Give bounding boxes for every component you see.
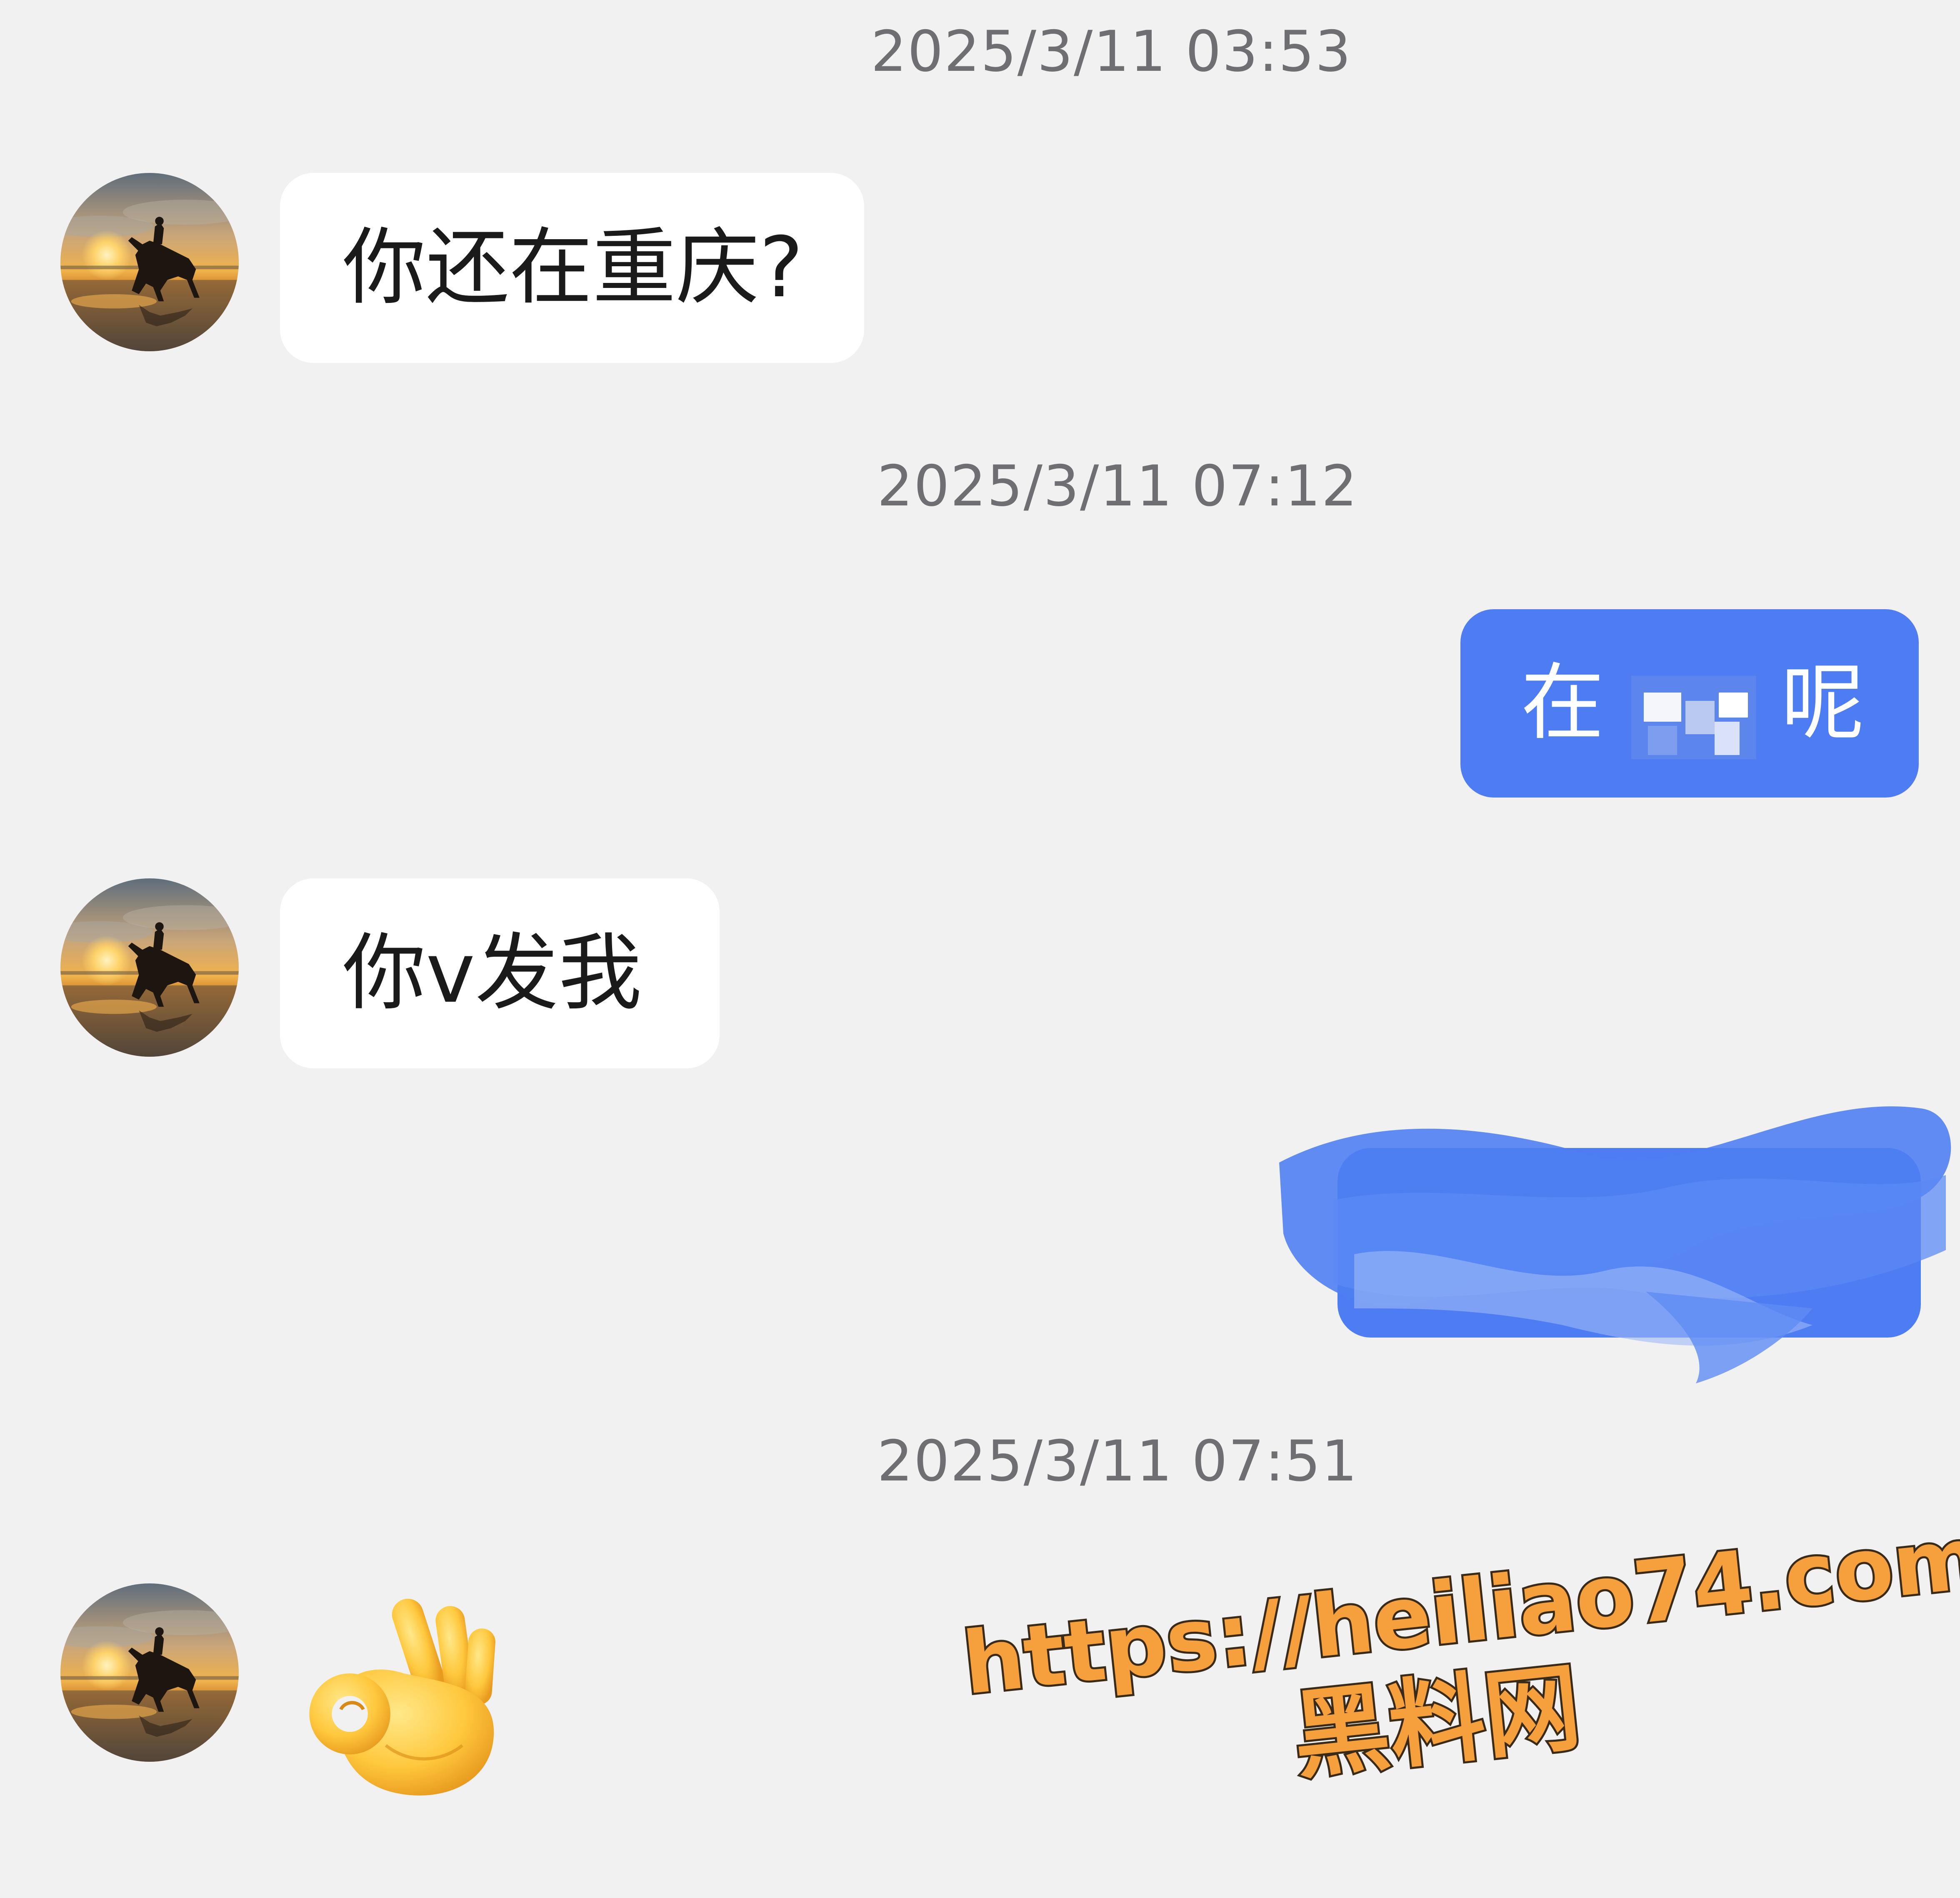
message-text-before: 在 <box>1521 655 1605 752</box>
message-text: 你还在重庆? <box>342 219 804 316</box>
message-text-after: 呢 <box>1781 655 1865 752</box>
incoming-message-bubble[interactable]: 你还在重庆? <box>280 173 864 363</box>
ok-hand-emoji[interactable] <box>296 1583 521 1808</box>
contact-avatar[interactable] <box>60 1583 239 1762</box>
redacted-outgoing-message <box>1271 1075 1960 1408</box>
message-text: 你v发我 <box>342 925 642 1022</box>
timestamp-2: 2025/3/11 07:12 <box>877 453 1358 519</box>
ok-hand-icon <box>309 1598 495 1795</box>
contact-avatar[interactable] <box>60 878 239 1057</box>
horse-rider-sunset-icon <box>60 878 239 1057</box>
timestamp-3: 2025/3/11 07:51 <box>877 1428 1358 1494</box>
timestamp-1: 2025/3/11 03:53 <box>871 19 1352 84</box>
pixelated-redaction <box>1631 676 1756 759</box>
horse-rider-sunset-icon <box>60 173 239 351</box>
incoming-message-bubble[interactable]: 你v发我 <box>280 878 720 1068</box>
contact-avatar[interactable] <box>60 173 239 351</box>
watermark: https://heiliao74.com 黑料网 <box>956 1506 1960 1898</box>
horse-rider-sunset-icon <box>60 1583 239 1762</box>
outgoing-message-bubble[interactable]: 在 呢 <box>1460 609 1919 798</box>
blue-scribble-redaction <box>1279 1106 1951 1383</box>
